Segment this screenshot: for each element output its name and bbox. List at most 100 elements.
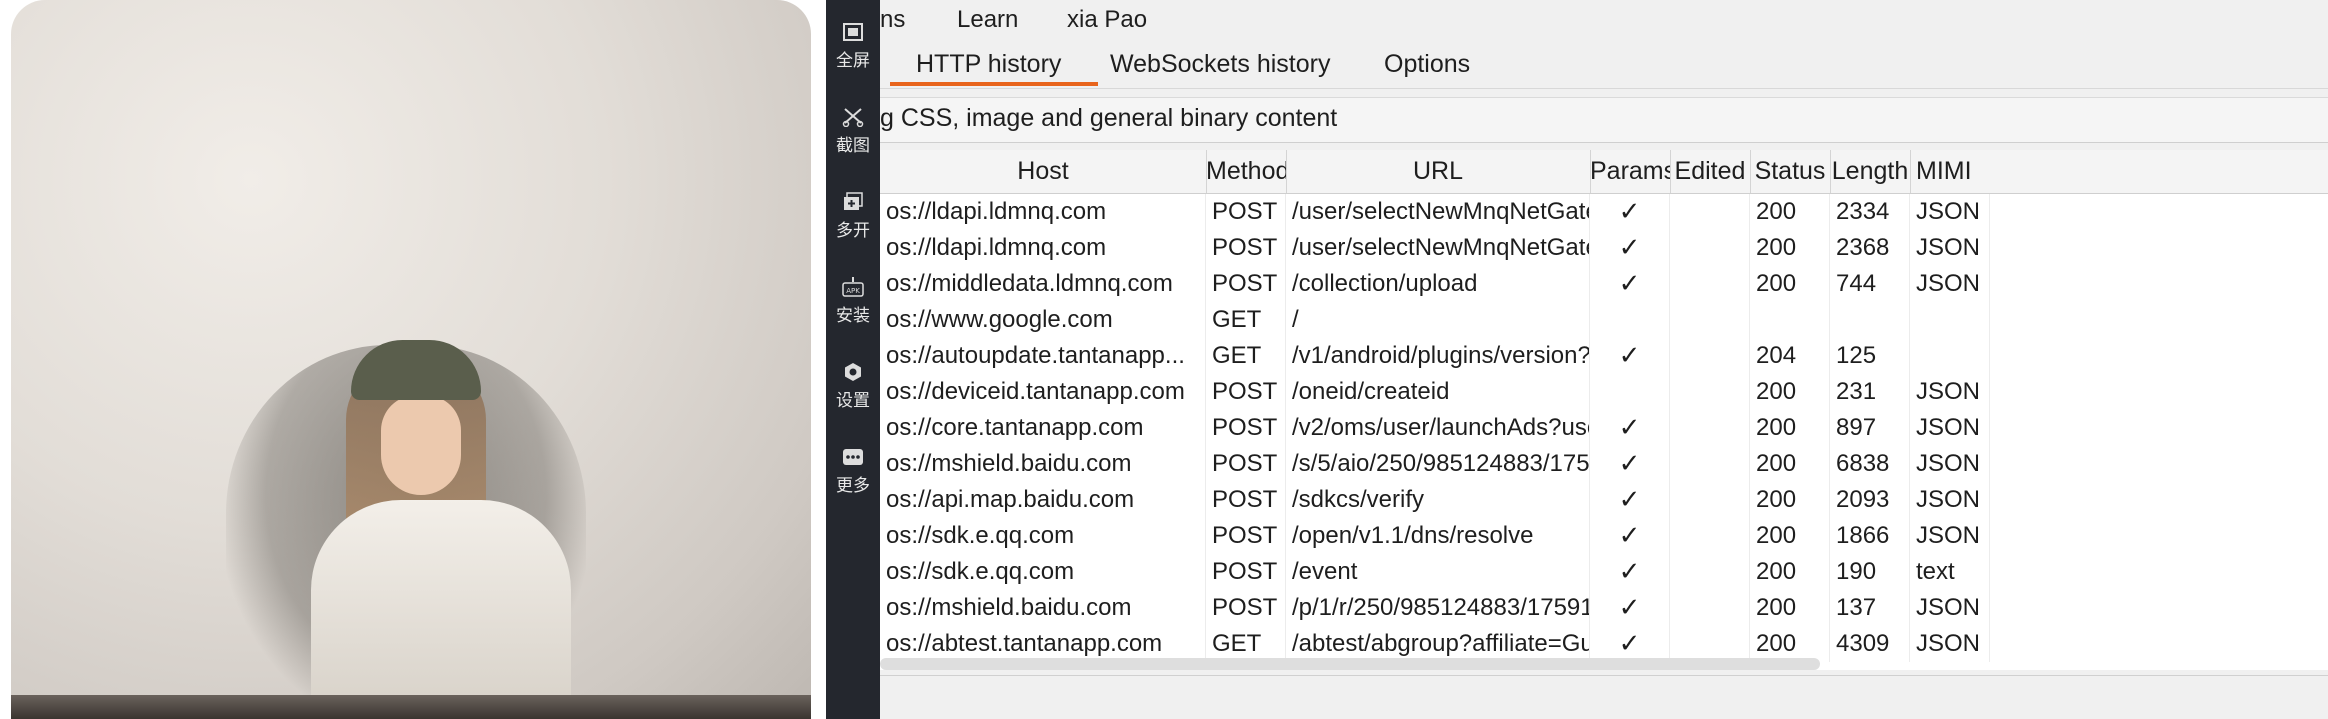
filter-bar[interactable]: g CSS, image and general binary content xyxy=(880,97,2328,143)
cell-url: /s/5/aio/250/985124883/1759141470... xyxy=(1286,446,1590,482)
table-row[interactable]: os://sdk.e.qq.com POST/event ✓ 200 190 text xyxy=(880,554,2328,590)
column-header-url[interactable]: URL xyxy=(1286,150,1591,193)
menu-learn[interactable]: Learn xyxy=(957,6,1018,34)
cell-mime: JSON xyxy=(1910,266,1990,302)
table-row[interactable]: os://ldapi.ldmnq.com POST/user/selectNewM… xyxy=(880,230,2328,266)
filter-text: g CSS, image and general binary content xyxy=(880,104,1338,132)
cell-url: / xyxy=(1286,302,1590,338)
column-header-host[interactable]: Host xyxy=(880,150,1207,193)
cell-url: /event xyxy=(1286,554,1590,590)
cell-edited xyxy=(1670,410,1750,446)
cell-length: 744 xyxy=(1830,266,1910,302)
table-row[interactable]: os://abtest.tantanapp.com GET/abtest/abgr… xyxy=(880,626,2328,662)
table-row[interactable]: os://api.map.baidu.com POST/sdkcs/verify ✓… xyxy=(880,482,2328,518)
portrait-photo xyxy=(11,0,811,719)
cell-status: 200 xyxy=(1750,374,1830,410)
horizontal-scrollbar[interactable] xyxy=(880,658,1820,670)
cell-mime: JSON xyxy=(1910,626,1990,662)
cell-method: POST xyxy=(1206,590,1286,626)
cell-length: 4309 xyxy=(1830,626,1910,662)
cell-method: POST xyxy=(1206,410,1286,446)
settings-button[interactable]: 设置 xyxy=(826,340,880,411)
table-row[interactable]: os://mshield.baidu.com POST/s/5/aio/250/9… xyxy=(880,446,2328,482)
more-label: 更多 xyxy=(836,476,870,496)
cell-url: /sdkcs/verify xyxy=(1286,482,1590,518)
cell-status: 200 xyxy=(1750,518,1830,554)
table-row[interactable]: os://ldapi.ldmnq.com POST/user/selectNewM… xyxy=(880,194,2328,230)
cell-length: 1866 xyxy=(1830,518,1910,554)
fullscreen-button[interactable]: 全屏 xyxy=(826,0,880,71)
table-row[interactable]: os://middledata.ldmnq.com POST/collection… xyxy=(880,266,2328,302)
cell-status xyxy=(1750,302,1830,338)
cell-length: 2334 xyxy=(1830,194,1910,230)
tab-options[interactable]: Options xyxy=(1384,50,1470,79)
table-row[interactable]: os://sdk.e.qq.com POST/open/v1.1/dns/reso… xyxy=(880,518,2328,554)
cell-status: 200 xyxy=(1750,446,1830,482)
cell-params xyxy=(1590,302,1670,338)
more-button[interactable]: 更多 xyxy=(826,425,880,496)
photo-floor xyxy=(11,695,811,719)
cell-params: ✓ xyxy=(1590,482,1670,518)
cell-status: 200 xyxy=(1750,626,1830,662)
burp-window: ns Learn xia Pao HTTP history WebSockets… xyxy=(880,0,2328,719)
cell-host: os://sdk.e.qq.com xyxy=(880,518,1206,554)
column-header-mime[interactable]: MIMI xyxy=(1910,150,1976,193)
table-row[interactable]: os://core.tantanapp.com POST/v2/oms/user/… xyxy=(880,410,2328,446)
cell-host: os://middledata.ldmnq.com xyxy=(880,266,1206,302)
tab-websockets-history[interactable]: WebSockets history xyxy=(1110,50,1330,79)
column-header-status[interactable]: Status xyxy=(1750,150,1831,193)
gear-icon xyxy=(845,363,861,381)
cell-url: /oneid/createid xyxy=(1286,374,1590,410)
cell-method: POST xyxy=(1206,554,1286,590)
cell-method: POST xyxy=(1206,482,1286,518)
cell-edited xyxy=(1670,194,1750,230)
cell-params: ✓ xyxy=(1590,194,1670,230)
cell-host: os://abtest.tantanapp.com xyxy=(880,626,1206,662)
cell-params: ✓ xyxy=(1590,518,1670,554)
cell-edited xyxy=(1670,590,1750,626)
cell-method: GET xyxy=(1206,302,1286,338)
table-row[interactable]: os://www.google.com GET / xyxy=(880,302,2328,338)
emulator-toolbar: 全屏 截图 多开 APK 安装 设置 更多 xyxy=(826,0,880,719)
cell-length: 231 xyxy=(1830,374,1910,410)
column-header-edited[interactable]: Edited xyxy=(1670,150,1751,193)
cell-edited xyxy=(1670,554,1750,590)
cell-mime xyxy=(1910,302,1990,338)
menu-xia-pao[interactable]: xia Pao xyxy=(1067,6,1147,34)
cell-edited xyxy=(1670,518,1750,554)
cell-status: 200 xyxy=(1750,266,1830,302)
cell-mime: JSON xyxy=(1910,374,1990,410)
cell-params: ✓ xyxy=(1590,410,1670,446)
table-row[interactable]: os://autoupdate.tantanapp... GET/v1/andro… xyxy=(880,338,2328,374)
screenshot-button[interactable]: 截图 xyxy=(826,85,880,156)
cell-edited xyxy=(1670,482,1750,518)
proxy-subtabs: HTTP history WebSockets history Options xyxy=(880,42,2328,89)
apk-install-button[interactable]: APK 安装 xyxy=(826,255,880,326)
cell-url: /abtest/abgroup?affiliate=Guanwan... xyxy=(1286,626,1590,662)
cell-url: /p/1/r/250/985124883/1759141471/a... xyxy=(1286,590,1590,626)
cell-edited xyxy=(1670,230,1750,266)
multi-instance-button[interactable]: 多开 xyxy=(826,170,880,241)
cell-mime: text xyxy=(1910,554,1990,590)
column-header-method[interactable]: Method xyxy=(1206,150,1287,193)
column-header-length[interactable]: Length xyxy=(1830,150,1911,193)
table-row[interactable]: os://deviceid.tantanapp.com POST/oneid/cr… xyxy=(880,374,2328,410)
request-response-panel xyxy=(880,675,2328,719)
cell-host: os://api.map.baidu.com xyxy=(880,482,1206,518)
cell-status: 200 xyxy=(1750,194,1830,230)
cell-status: 200 xyxy=(1750,554,1830,590)
cell-url: /user/selectNewMnqNetGateway xyxy=(1286,230,1590,266)
cell-url: /v1/android/plugins/version?appver... xyxy=(1286,338,1590,374)
cell-status: 200 xyxy=(1750,230,1830,266)
cell-host: os://mshield.baidu.com xyxy=(880,446,1206,482)
photo-dress xyxy=(311,500,571,719)
table-row[interactable]: os://mshield.baidu.com POST/p/1/r/250/985… xyxy=(880,590,2328,626)
scissors-icon xyxy=(842,108,864,127)
cell-params xyxy=(1590,374,1670,410)
cell-method: GET xyxy=(1206,626,1286,662)
cell-edited xyxy=(1670,626,1750,662)
tab-http-history[interactable]: HTTP history xyxy=(916,50,1061,79)
menu-extensions[interactable]: ns xyxy=(880,6,905,34)
cell-host: os://sdk.e.qq.com xyxy=(880,554,1206,590)
column-header-params[interactable]: Params xyxy=(1590,150,1671,193)
